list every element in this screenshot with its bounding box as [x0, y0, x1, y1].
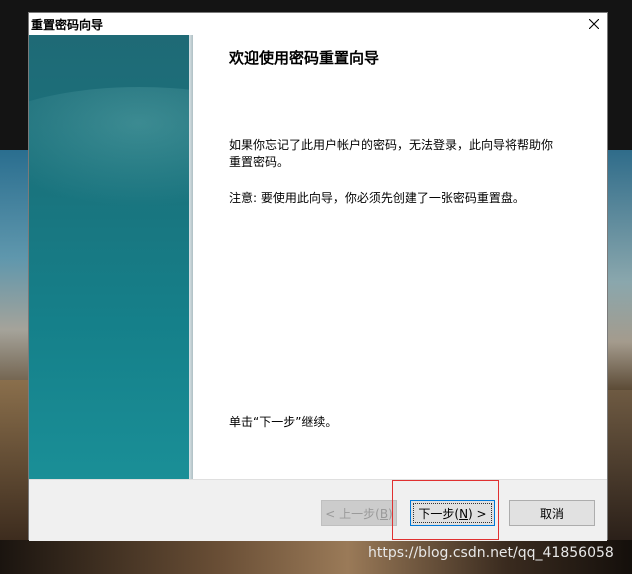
wizard-heading: 欢迎使用密码重置向导 [229, 49, 380, 67]
title-bar[interactable]: 重置密码向导 [29, 13, 607, 35]
intro-line-1: 如果你忘记了此用户帐户的密码，无法登录，此向导将帮助你 [229, 138, 554, 152]
close-button[interactable] [581, 13, 607, 35]
watermark-text: https://blog.csdn.net/qq_41856058 [368, 545, 614, 561]
button-bar: < 上一步(B) 下一步(N) > 取消 [29, 479, 607, 541]
intro-line-2: 重置密码。 [229, 155, 290, 169]
close-icon [589, 19, 599, 29]
cancel-button-label: 取消 [539, 506, 564, 521]
password-reset-wizard-dialog: 重置密码向导 欢迎使用密码重置向导 如果你忘记了此用户帐户的密码，无法登录，此向… [28, 12, 608, 541]
banner-arc-decoration [29, 87, 189, 207]
annotation-highlight-box [392, 480, 499, 540]
intro-text: 如果你忘记了此用户帐户的密码，无法登录，此向导将帮助你 重置密码。 [229, 137, 569, 171]
note-text: 注意: 要使用此向导，你必须先创建了一张密码重置盘。 [229, 191, 525, 205]
back-button-label: < 上一步(B) [325, 506, 393, 521]
wallpaper-left-strip [0, 150, 30, 390]
wallpaper-right-strip [608, 150, 632, 390]
back-button[interactable]: < 上一步(B) [321, 500, 397, 526]
continue-text: 单击“下一步”继续。 [229, 415, 338, 429]
wizard-content: 欢迎使用密码重置向导 如果你忘记了此用户帐户的密码，无法登录，此向导将帮助你 重… [193, 35, 607, 479]
cancel-button[interactable]: 取消 [509, 500, 595, 526]
wallpaper-left-beach [0, 380, 30, 540]
window-title: 重置密码向导 [31, 18, 104, 32]
wizard-side-banner [29, 35, 189, 479]
wallpaper-right-beach [608, 390, 632, 540]
